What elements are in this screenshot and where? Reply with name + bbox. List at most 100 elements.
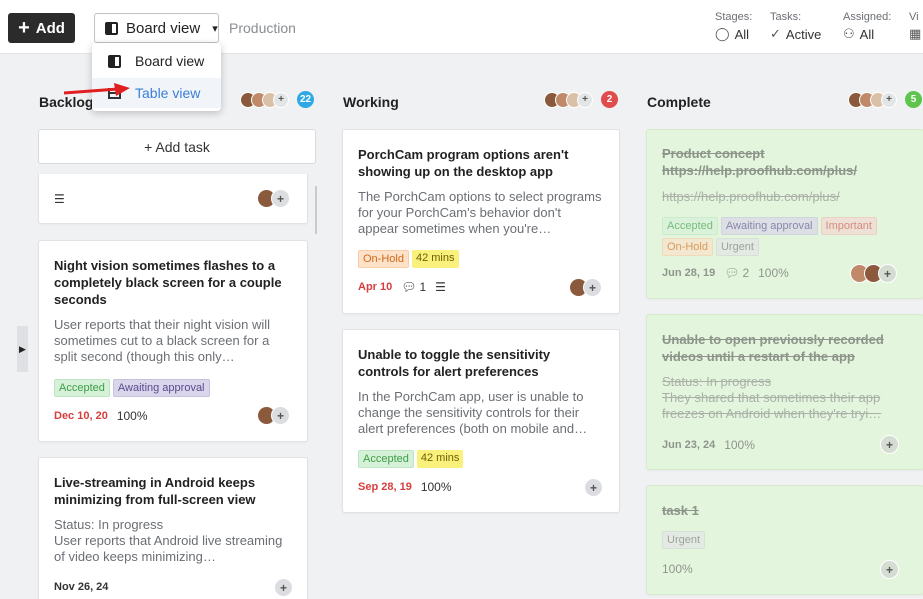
users-icon: ⚇ [843,26,855,41]
progress-percent: 100% [662,562,693,576]
checklist-icon: ☰ [435,280,446,294]
due-date: Apr 10 [358,281,393,293]
checklist-icon: ☰ [54,192,65,206]
task-description: Status: In progress They shared that som… [662,374,882,421]
progress-percent: 100% [758,266,789,280]
add-assignee-icon: + [583,278,602,297]
calendar-icon: ▦ [909,26,922,41]
add-assignee-icon: + [271,189,290,208]
add-assignee-icon: + [577,91,593,108]
board-view-icon [105,21,118,35]
stages-filter[interactable]: Stages: ◯ All [715,11,752,42]
stages-filter-label: Stages: [715,11,753,23]
plus-icon: + [18,17,30,39]
add-assignee-icon: + [880,560,899,579]
task-title: Unable to toggle the sensitivity control… [358,347,551,379]
add-assignee-icon: + [273,91,289,108]
due-date: Jun 23, 24 [662,439,716,451]
tasks-filter-label: Tasks: [770,11,802,23]
menu-item-table-label: Table view [135,85,201,101]
add-assignee-icon: + [880,435,899,454]
menu-item-board-view[interactable]: Board view [92,46,221,76]
red-arrow-annotation [63,83,130,96]
column-working-assignees[interactable]: + 2 [544,91,618,108]
card-assignees[interactable]: + [274,578,293,597]
task-title: PorchCam program options aren't showing … [358,147,569,179]
column-task-count: 22 [297,91,315,108]
tag-urgent: Urgent [715,238,759,256]
tag-important: Important [820,217,877,235]
column-task-count: 2 [601,91,618,108]
tag-awaiting-approval: Awaiting approval [720,217,818,235]
tag-time-estimate: 42 mins [416,450,464,468]
task-description: In the PorchCam app, user is unable to c… [358,389,588,436]
progress-percent: 100% [116,409,148,423]
task-card[interactable]: Unable to toggle the sensitivity control… [342,329,620,513]
project-breadcrumb[interactable]: Production [229,20,296,36]
task-title: Night vision sometimes flashes to a comp… [54,258,282,307]
view-dropdown-menu: Board view Table view [92,43,221,111]
caret-right-icon: ▶ [19,343,26,354]
tag-awaiting-approval: Awaiting approval [112,379,210,397]
card-assignees[interactable]: + [257,189,290,208]
task-card-complete[interactable]: Unable to open previously recorded video… [646,314,923,470]
tag-accepted: Accepted [662,217,718,235]
add-assignee-icon: + [274,578,293,597]
check-circle-icon: ◯ [715,26,730,41]
column-backlog-assignees[interactable]: + 22 [240,91,315,108]
task-card[interactable]: Night vision sometimes flashes to a comp… [38,240,308,442]
task-title: Product concept https://help.proofhub.co… [662,146,857,178]
card-assignees[interactable]: + [880,560,899,579]
menu-item-board-label: Board view [135,53,205,69]
assigned-filter[interactable]: Assigned: ⚇ All [843,11,891,42]
chevron-down-icon: ▾ [212,22,218,35]
card-assignees[interactable]: + [569,278,602,297]
add-task-button[interactable]: + Add task [38,129,316,164]
column-task-count: 5 [905,91,922,108]
comment-count-value: 1 [419,280,427,294]
due-date: Sep 28, 19 [358,481,412,493]
add-assignee-icon: + [584,478,603,497]
task-card[interactable]: PorchCam program options aren't showing … [342,129,620,314]
add-button[interactable]: + Add [8,13,75,43]
add-assignee-icon: + [881,91,897,108]
column-title-complete: Complete [647,94,711,110]
board-view-icon [108,54,121,68]
tasks-filter[interactable]: Tasks: ✓ Active [770,11,821,42]
comment-count[interactable]: 💬︎ 1 [401,280,426,294]
tasks-filter-value: Active [785,26,822,42]
comment-icon: 💬︎ [724,266,740,280]
task-card-complete[interactable]: Product concept https://help.proofhub.co… [646,129,923,299]
add-assignee-icon: + [878,264,897,283]
view-switcher-button[interactable]: Board view ▾ [94,13,219,43]
card-assignees[interactable]: + [584,478,603,497]
task-description: User reports that their night vision wil… [54,317,271,364]
task-title: task 1 [662,503,699,518]
due-date: Dec 10, 20 [54,410,108,422]
assigned-filter-label: Assigned: [843,11,892,23]
assigned-filter-value: All [859,26,875,42]
comment-count-value: 2 [742,266,750,280]
card-assignees[interactable]: + [850,264,897,283]
view-filter[interactable]: Vi ▦ [909,11,921,42]
tag-on-hold: On-Hold [662,238,713,256]
view-switcher-label: Board view [126,19,201,37]
column-scrollbar[interactable] [315,186,317,234]
column-complete-assignees[interactable]: + 5 [848,91,922,108]
task-description: The PorchCam options to select programs … [358,189,602,236]
task-card-partial[interactable]: ☰ + [38,174,308,224]
add-button-label: Add [35,19,65,37]
card-assignees[interactable]: + [880,435,899,454]
task-card[interactable]: Live-streaming in Android keeps minimizi… [38,457,308,599]
card-assignees[interactable]: + [257,406,290,425]
sidebar-expand-toggle[interactable]: ▶ [17,326,28,372]
task-title: Unable to open previously recorded video… [662,332,884,364]
comment-count[interactable]: 💬︎ 2 [724,266,749,280]
task-title: Live-streaming in Android keeps minimizi… [54,475,256,507]
task-card-complete[interactable]: task 1 Urgent 100% + [646,485,923,595]
comment-icon: 💬︎ [401,280,417,294]
tag-accepted: Accepted [54,379,110,397]
check-icon: ✓ [770,26,781,41]
stages-filter-value: All [734,26,750,42]
progress-percent: 100% [420,480,452,494]
